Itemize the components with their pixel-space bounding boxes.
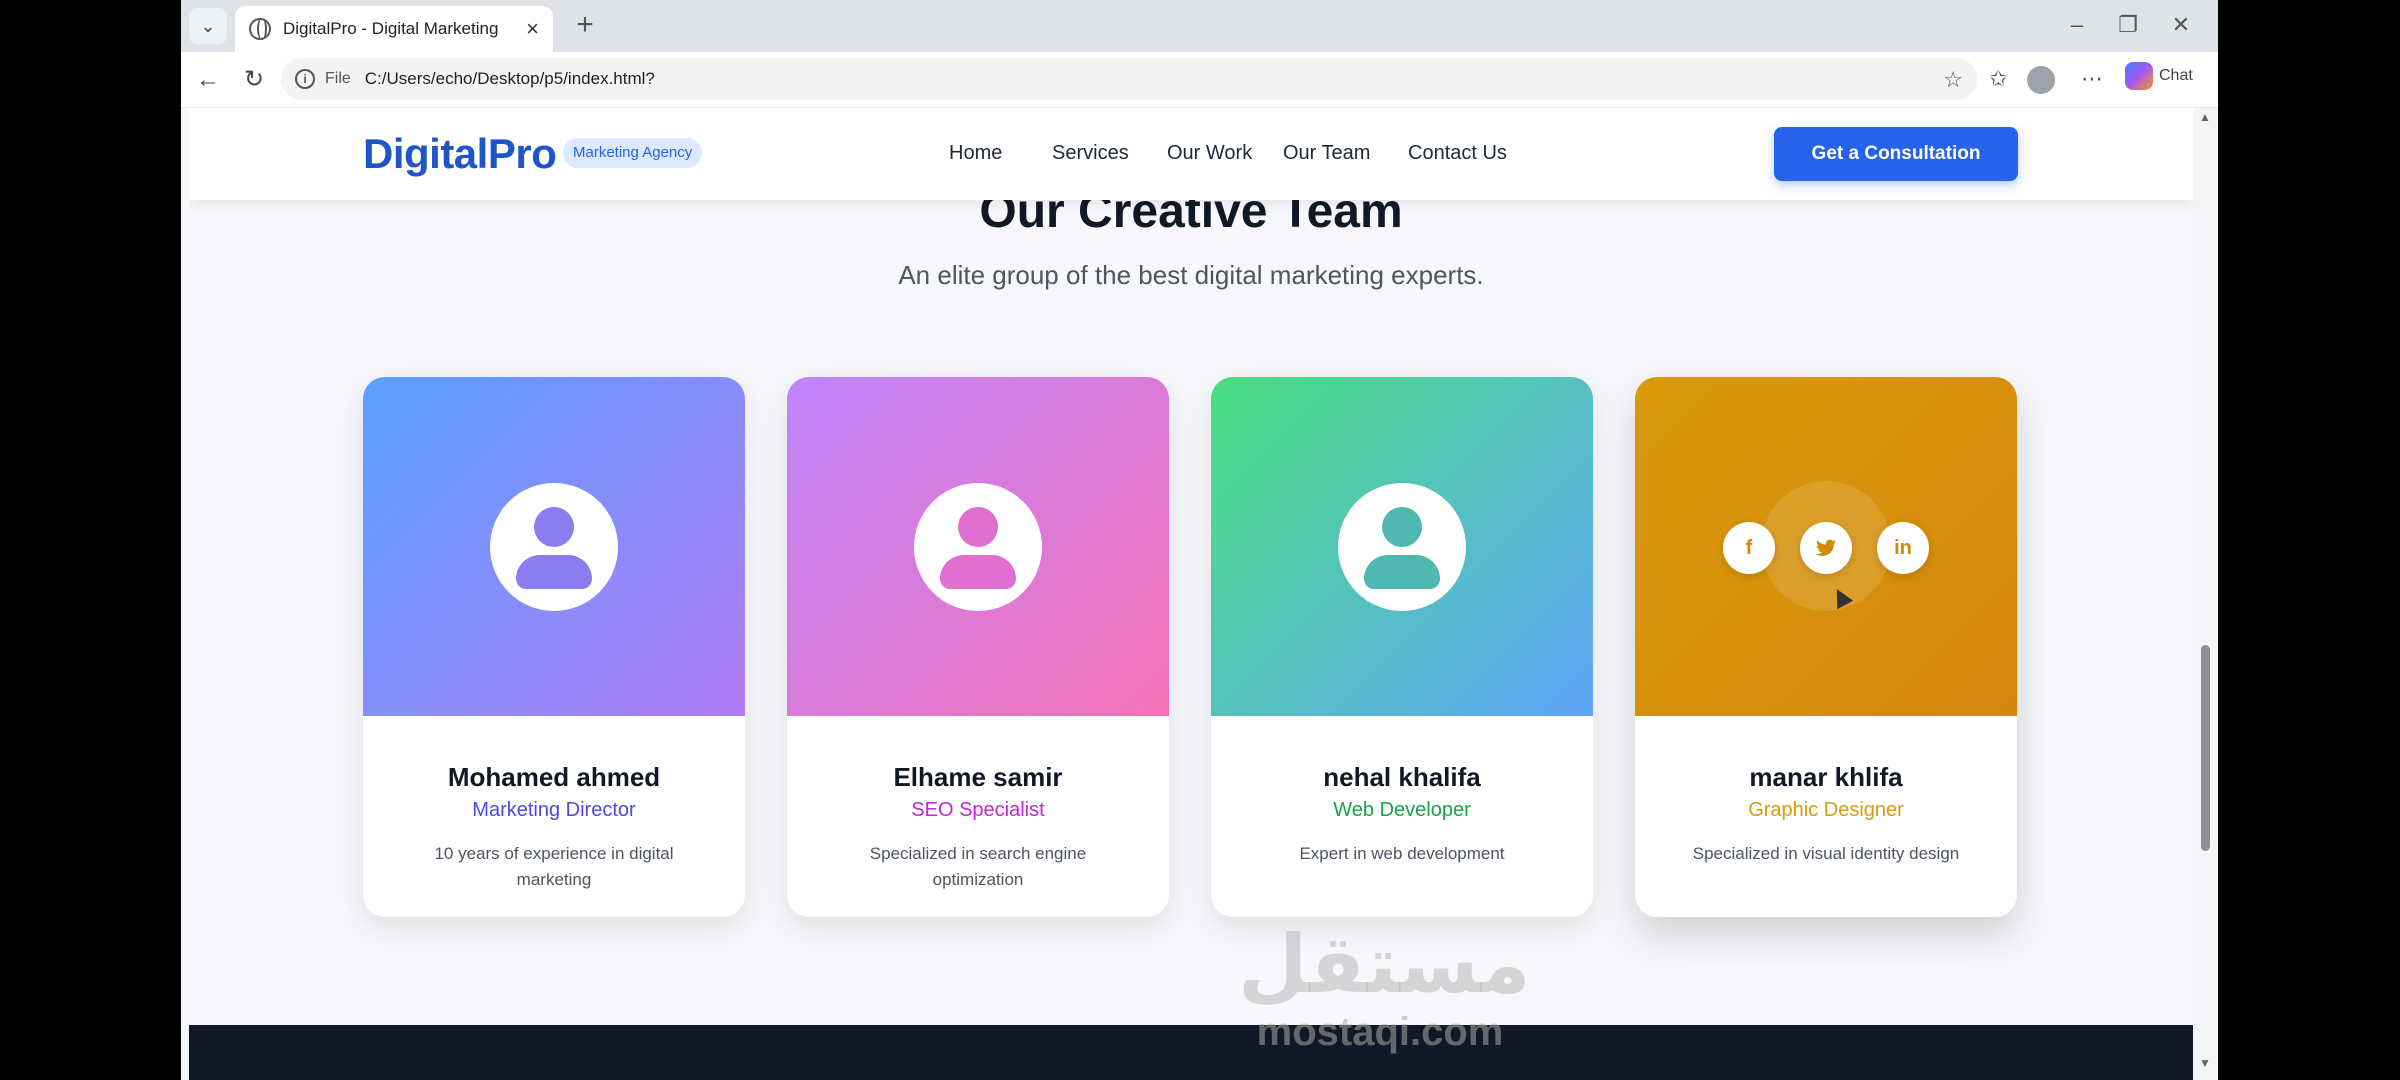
social-links: f in [1723, 522, 1929, 574]
member-description: 10 years of experience in digital market… [434, 844, 674, 889]
member-role: SEO Specialist [911, 799, 1045, 821]
browser-tab[interactable]: DigitalPro - Digital Marketing × [235, 6, 553, 52]
scrollbar-thumb[interactable] [2201, 645, 2210, 851]
back-arrow-icon[interactable]: ← [191, 64, 225, 96]
tab-title: DigitalPro - Digital Marketing [283, 19, 499, 38]
member-name: nehal khalifa [1323, 762, 1481, 792]
avatar-head [1382, 507, 1422, 547]
nav-our-team[interactable]: Our Team [1283, 142, 1370, 165]
team-card[interactable]: Elhame samir SEO Specialist Specialized … [787, 377, 1169, 917]
chat-button[interactable]: Chat [2125, 62, 2193, 90]
nav-our-work[interactable]: Our Work [1167, 142, 1252, 165]
page-viewport: DigitalPro Marketing Agency Home Service… [189, 108, 2193, 1080]
favorite-star-icon[interactable]: ☆ [1943, 67, 1963, 93]
scroll-up-arrow-icon[interactable]: ▲ [2199, 110, 2211, 124]
team-card[interactable]: Mohamed ahmed Marketing Director 10 year… [363, 377, 745, 917]
team-card[interactable]: f in manar khlifa Graphic Designer Speci… [1635, 377, 2017, 917]
member-description: Specialized in visual identity design [1692, 844, 1960, 863]
card-image [787, 377, 1169, 716]
member-name: Elhame samir [893, 762, 1063, 792]
user-avatar-icon [1338, 483, 1466, 611]
scroll-down-arrow-icon[interactable]: ▼ [2199, 1056, 2211, 1070]
chat-label: Chat [2159, 67, 2193, 84]
get-consultation-button[interactable]: Get a Consultation [1774, 127, 2018, 181]
address-bar-row: ← ↻ i File C:/Users/echo/Desktop/p5/inde… [181, 52, 2218, 108]
member-role: Web Developer [1333, 799, 1471, 821]
reload-icon[interactable]: ↻ [237, 64, 271, 96]
avatar-head [958, 507, 998, 547]
url-field[interactable]: i File C:/Users/echo/Desktop/p5/index.ht… [281, 58, 1977, 100]
url-text[interactable]: C:/Users/echo/Desktop/p5/index.html? [365, 69, 655, 89]
twitter-bird-icon [1816, 539, 1836, 556]
globe-icon [249, 18, 271, 40]
facebook-icon[interactable]: f [1723, 522, 1775, 574]
tab-list-chevron-icon[interactable]: ⌄ [189, 8, 227, 44]
watermark-arabic: مستقل [1238, 918, 1531, 1011]
restore-icon[interactable]: ❐ [2113, 12, 2143, 38]
avatar-body [516, 555, 592, 589]
section-subtitle: An elite group of the best digital marke… [898, 260, 1484, 290]
browser-window: ⌄ DigitalPro - Digital Marketing × + – ❐… [181, 0, 2218, 1080]
footer [189, 1025, 2193, 1080]
twitter-icon[interactable] [1800, 522, 1852, 574]
card-image [363, 377, 745, 716]
avatar-body [1364, 555, 1440, 589]
url-scheme: File [325, 70, 351, 87]
new-tab-plus-icon[interactable]: + [567, 8, 603, 44]
member-role: Graphic Designer [1748, 799, 1904, 821]
avatar-body [940, 555, 1016, 589]
nav-home[interactable]: Home [949, 142, 1002, 165]
card-image [1211, 377, 1593, 716]
avatar-head [534, 507, 574, 547]
watermark-url: mostaqi.com [1256, 1010, 1504, 1054]
member-description: Specialized in search engine optimizatio… [869, 844, 1087, 889]
window-close-icon[interactable]: ✕ [2166, 12, 2196, 38]
tab-strip: ⌄ DigitalPro - Digital Marketing × + – ❐… [181, 0, 2218, 52]
member-role: Marketing Director [472, 799, 636, 821]
info-icon[interactable]: i [295, 69, 315, 89]
minimize-icon[interactable]: – [2062, 12, 2092, 38]
member-name: manar khlifa [1749, 762, 1903, 792]
member-description: Expert in web development [1299, 844, 1505, 863]
favorites-icon[interactable]: ✩ [1989, 66, 2007, 92]
linkedin-icon[interactable]: in [1877, 522, 1929, 574]
copilot-icon [2125, 62, 2153, 90]
profile-avatar-icon[interactable] [2027, 66, 2055, 94]
scrollbar[interactable]: ▲ ▼ [2193, 108, 2218, 1080]
card-image: f in [1635, 377, 2017, 716]
more-menu-icon[interactable]: ⋯ [2081, 66, 2103, 92]
member-name: Mohamed ahmed [447, 762, 661, 792]
user-avatar-icon [914, 483, 1042, 611]
user-avatar-icon [490, 483, 618, 611]
site-header: DigitalPro Marketing Agency Home Service… [189, 108, 2193, 200]
nav-contact-us[interactable]: Contact Us [1408, 142, 1507, 165]
logo-badge: Marketing Agency [563, 138, 703, 168]
nav-services[interactable]: Services [1052, 142, 1129, 165]
site-logo[interactable]: DigitalPro [363, 130, 557, 178]
team-card[interactable]: nehal khalifa Web Developer Expert in we… [1211, 377, 1593, 917]
close-tab-icon[interactable]: × [526, 16, 539, 42]
